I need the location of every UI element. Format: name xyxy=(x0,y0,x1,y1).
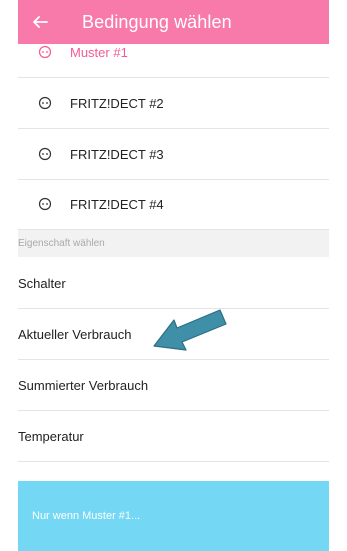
property-item-temperatur[interactable]: Temperatur xyxy=(18,411,329,462)
arrow-left-icon xyxy=(33,16,48,28)
device-label: Muster #1 xyxy=(70,44,128,60)
device-item-fritzdect-2[interactable]: FRITZ!DECT #2 xyxy=(18,78,329,129)
device-label: FRITZ!DECT #2 xyxy=(70,95,164,111)
device-icon xyxy=(38,96,52,110)
device-label: FRITZ!DECT #4 xyxy=(70,196,164,212)
back-button[interactable] xyxy=(32,14,54,30)
annotation-arrow-icon xyxy=(150,304,230,361)
device-item-fritzdect-3[interactable]: FRITZ!DECT #3 xyxy=(18,129,329,180)
device-label: FRITZ!DECT #3 xyxy=(70,146,164,162)
device-icon xyxy=(38,45,52,59)
property-item-schalter[interactable]: Schalter xyxy=(18,258,329,309)
device-item-fritzdect-4[interactable]: FRITZ!DECT #4 xyxy=(18,179,329,230)
property-label: Schalter xyxy=(18,275,66,291)
condition-footer-button[interactable]: Nur wenn Muster #1... xyxy=(18,481,329,551)
device-icon xyxy=(38,147,52,161)
property-label: Temperatur xyxy=(18,428,84,444)
property-label: Summierter Verbrauch xyxy=(18,377,149,393)
property-section-header: Eigenschaft wählen xyxy=(18,230,329,257)
page-title: Bedingung wählen xyxy=(82,11,232,32)
device-icon xyxy=(38,197,52,211)
app-header: Bedingung wählen xyxy=(18,0,329,44)
property-item-summierter-verbrauch[interactable]: Summierter Verbrauch xyxy=(18,360,329,411)
property-label: Aktueller Verbrauch xyxy=(18,326,132,342)
footer-label: Nur wenn Muster #1... xyxy=(32,510,141,522)
section-title: Eigenschaft wählen xyxy=(18,238,105,249)
